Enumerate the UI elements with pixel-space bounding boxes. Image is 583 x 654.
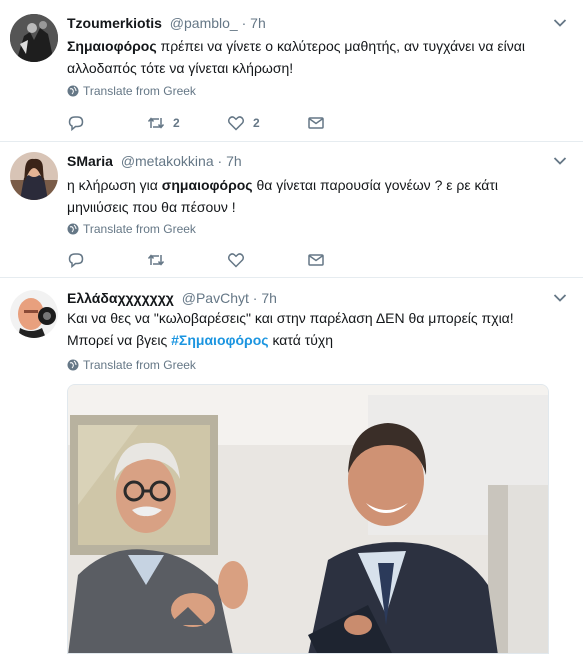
display-name[interactable]: Tzoumerkiotis xyxy=(67,15,162,31)
tweet-text: Και να θες να "κωλοβαρέσεις" και στην πα… xyxy=(67,307,557,351)
direct-message-button[interactable] xyxy=(307,114,387,132)
chevron-down-icon[interactable] xyxy=(553,293,567,303)
chevron-down-icon[interactable] xyxy=(553,18,567,28)
tweet-text-intro: η κλήρωση για xyxy=(67,177,162,193)
tweet[interactable]: Ελλάδαχχχχχχχ @PavChyt · 7h Και να θες ν… xyxy=(0,278,583,654)
tweet-text: η κλήρωση για σημαιοφόρος θα γίνεται παρ… xyxy=(67,174,557,218)
display-name[interactable]: Ελλάδαχχχχχχχ xyxy=(67,290,174,306)
username[interactable]: @PavChyt xyxy=(182,290,249,306)
username[interactable]: @metakokkina xyxy=(121,153,214,169)
tweet-text-keyword: σημαιοφόρος xyxy=(161,177,253,193)
like-button[interactable]: 2 xyxy=(227,114,307,132)
retweet-count: 2 xyxy=(173,116,180,130)
direct-message-icon xyxy=(308,254,324,266)
tweet-text-keyword: Σημαιοφόρος xyxy=(67,38,157,54)
retweet-icon xyxy=(147,254,165,266)
translate-link[interactable]: Translate from Greek xyxy=(67,222,196,236)
timestamp[interactable]: 7h xyxy=(226,153,242,169)
avatar[interactable] xyxy=(10,290,58,338)
reply-icon xyxy=(68,116,84,132)
tweet-text-body: κατά τύχη xyxy=(268,332,334,348)
reply-icon xyxy=(68,253,84,269)
translate-link[interactable]: Translate from Greek xyxy=(67,84,196,98)
like-icon xyxy=(227,253,245,268)
like-count: 2 xyxy=(253,116,260,130)
retweet-button[interactable] xyxy=(147,251,227,269)
translate-label: Translate from Greek xyxy=(83,222,196,236)
direct-message-icon xyxy=(308,117,324,129)
tweet[interactable]: SMaria @metakokkina · 7h η κλήρωση για σ… xyxy=(0,142,583,278)
separator: · xyxy=(252,290,258,306)
like-button[interactable] xyxy=(227,251,307,269)
tweet-photo[interactable] xyxy=(67,384,549,654)
tweet-actions xyxy=(67,250,387,270)
tweet-text-line: Μπορεί να βγεις #Σημαιοφόρος κατά τύχη xyxy=(67,329,557,351)
globe-icon xyxy=(67,223,79,235)
translate-label: Translate from Greek xyxy=(83,358,196,372)
tweet[interactable]: Tzoumerkiotis @pamblo_ · 7h Σημαιοφόρος … xyxy=(0,0,583,142)
tweet-header: Tzoumerkiotis @pamblo_ · 7h xyxy=(67,14,266,32)
display-name[interactable]: SMaria xyxy=(67,153,113,169)
separator: · xyxy=(241,15,247,31)
tweet-text-line: Και να θες να "κωλοβαρέσεις" και στην πα… xyxy=(67,310,514,326)
username[interactable]: @pamblo_ xyxy=(170,15,238,31)
tweet-actions: 2 2 xyxy=(67,113,387,133)
chevron-down-icon[interactable] xyxy=(553,156,567,166)
tweet-text: Σημαιοφόρος πρέπει να γίνετε ο καλύτερος… xyxy=(67,35,557,79)
globe-icon xyxy=(67,359,79,371)
reply-button[interactable] xyxy=(67,251,147,269)
tweet-header: Ελλάδαχχχχχχχ @PavChyt · 7h xyxy=(67,289,277,307)
avatar[interactable] xyxy=(10,14,58,62)
retweet-icon xyxy=(147,117,165,129)
globe-icon xyxy=(67,85,79,97)
retweet-button[interactable]: 2 xyxy=(147,114,227,132)
tweet-text-intro: Μπορεί να βγεις xyxy=(67,332,172,348)
timestamp[interactable]: 7h xyxy=(261,290,277,306)
timestamp[interactable]: 7h xyxy=(250,15,266,31)
like-icon xyxy=(227,116,245,131)
tweet-header: SMaria @metakokkina · 7h xyxy=(67,152,242,170)
reply-button[interactable] xyxy=(67,114,147,132)
translate-link[interactable]: Translate from Greek xyxy=(67,358,196,372)
translate-label: Translate from Greek xyxy=(83,84,196,98)
avatar[interactable] xyxy=(10,152,58,200)
separator: · xyxy=(217,153,223,169)
direct-message-button[interactable] xyxy=(307,251,387,269)
hashtag-link[interactable]: #Σημαιοφόρος xyxy=(171,332,268,348)
